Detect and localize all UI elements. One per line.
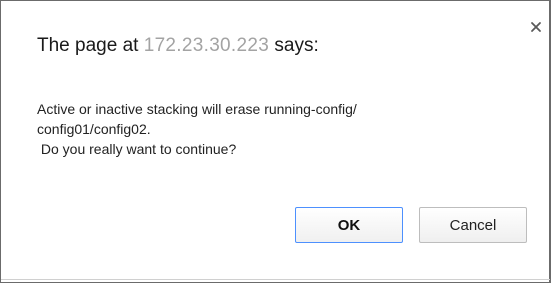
dialog-title-host: 172.23.30.223 (143, 35, 270, 56)
dialog-message: Active or inactive stacking will erase r… (37, 99, 357, 159)
message-line-1: Active or inactive stacking will erase r… (37, 101, 357, 117)
message-line-2: config01/config02. (37, 121, 151, 137)
bottom-divider (1, 279, 550, 280)
cancel-button[interactable]: Cancel (419, 207, 527, 243)
close-icon[interactable] (528, 19, 544, 35)
ok-button[interactable]: OK (295, 207, 403, 243)
dialog-title-suffix: says: (269, 35, 319, 56)
dialog-title-prefix: The page at (37, 35, 144, 56)
message-line-3: Do you really want to continue? (37, 141, 237, 157)
dialog-title: The page at 172.23.30.223 says: (37, 35, 319, 57)
javascript-confirm-dialog: The page at 172.23.30.223 says: Active o… (0, 0, 551, 283)
close-icon-glyph (531, 22, 541, 32)
